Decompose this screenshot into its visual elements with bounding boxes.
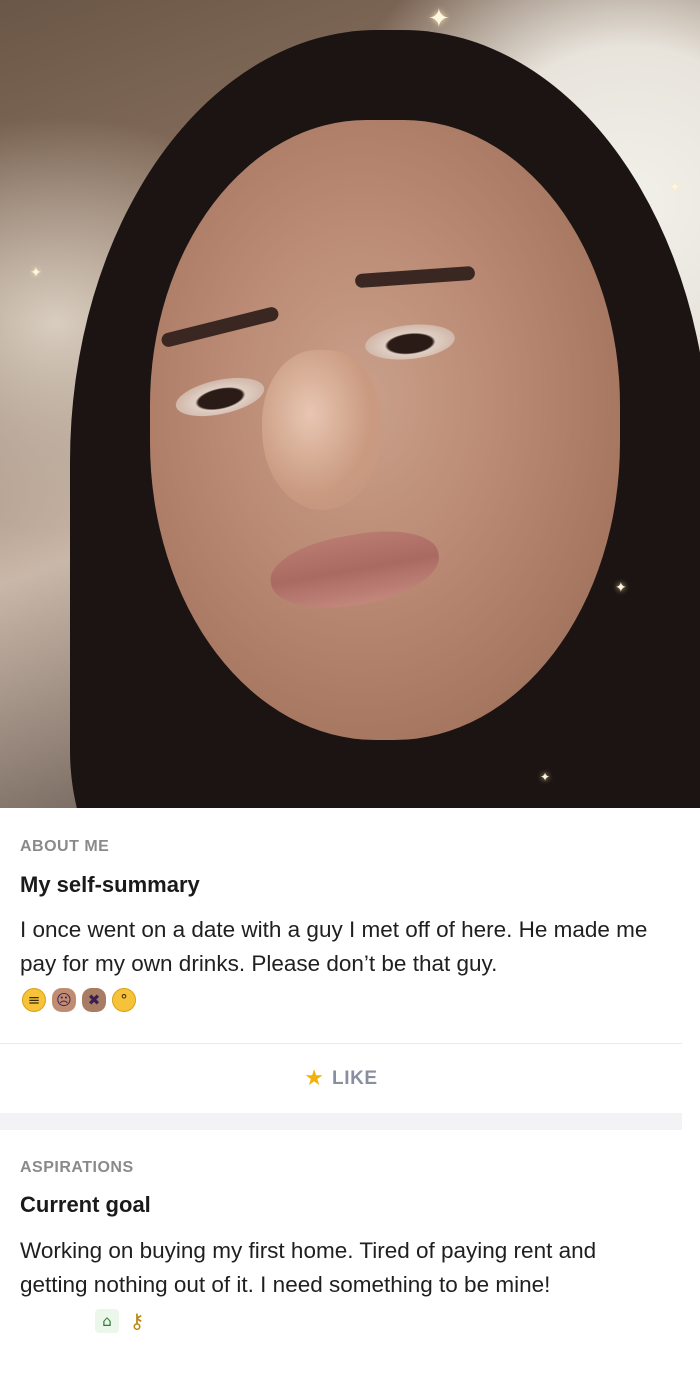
about-section-label: ABOUT ME: [20, 838, 110, 855]
about-emoji-row: ≡ ☹ ✖ °: [22, 988, 136, 1012]
house-with-garden-icon: ⌂: [95, 1309, 119, 1333]
profile-photo[interactable]: ✦ ✦ ✦ ✦ ✦: [0, 0, 700, 808]
person-gesturing-no-icon: ✖: [82, 988, 106, 1012]
like-button-label: LIKE: [332, 1067, 378, 1089]
aspirations-emoji-row: ⌂ ⚷: [95, 1309, 149, 1333]
star-icon: ★: [304, 1066, 325, 1091]
about-section-title: My self-summary: [20, 872, 200, 897]
expressionless-face-icon: ≡: [22, 988, 46, 1012]
aspirations-section-label: ASPIRATIONS: [20, 1159, 134, 1176]
key-icon: ⚷: [129, 1309, 145, 1333]
person-facepalming-icon: ☹: [52, 988, 76, 1012]
section-divider: [0, 1113, 700, 1130]
sparkle-icon: ✦: [540, 770, 551, 784]
sparkle-icon: ✦: [670, 180, 681, 194]
sparkle-icon: ✦: [615, 580, 627, 596]
like-button[interactable]: ★ LIKE: [0, 1043, 682, 1114]
divider-edge: [682, 1113, 700, 1130]
aspirations-section-title: Current goal: [20, 1192, 151, 1217]
sparkle-icon: ✦: [30, 265, 42, 281]
about-section-text: I once went on a date with a guy I met o…: [20, 917, 648, 976]
photo-face: [150, 120, 620, 740]
aspirations-section-text: Working on buying my first home. Tired o…: [20, 1238, 597, 1297]
photo-nose: [262, 350, 382, 510]
face-with-rolling-eyes-icon: °: [112, 988, 136, 1012]
sparkle-icon: ✦: [428, 4, 450, 34]
